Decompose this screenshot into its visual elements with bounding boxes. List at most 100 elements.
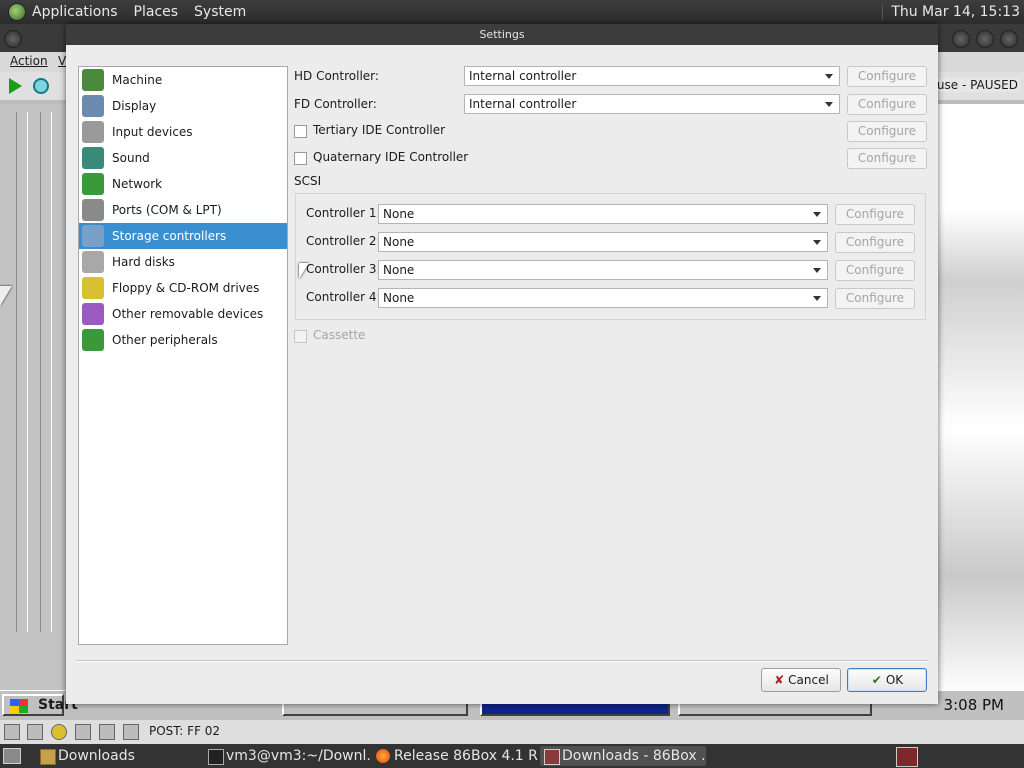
network-status-icon[interactable]: [75, 724, 91, 740]
tertiary-ide-checkbox[interactable]: [294, 125, 307, 138]
scsi-controller-2-dropdown[interactable]: None: [378, 232, 828, 252]
taskbar-item-downloads[interactable]: Downloads: [36, 746, 202, 766]
hd-configure-button[interactable]: Configure: [847, 66, 927, 87]
chevron-down-icon: [813, 268, 821, 273]
quaternary-ide-label[interactable]: Quaternary IDE Controller: [313, 150, 468, 164]
scsi-controller-4-dropdown[interactable]: None: [378, 288, 828, 308]
places-menu[interactable]: Places: [134, 4, 179, 20]
input-devices-icon: [82, 121, 104, 143]
category-label: Floppy & CD-ROM drives: [112, 281, 260, 295]
terminal-icon: [208, 749, 224, 765]
scsi-controller-1-label: Controller 1:: [306, 206, 381, 220]
category-item[interactable]: Machine: [79, 67, 287, 93]
scsi-controller-4-configure-button[interactable]: Configure: [835, 288, 915, 309]
peripherals-icon: [82, 329, 104, 351]
task-label: Release 86Box 4.1 R...: [394, 748, 538, 764]
settings-dialog: Settings Machine Display Input devices Soun…: [66, 24, 938, 704]
quaternary-ide-checkbox[interactable]: [294, 152, 307, 165]
chevron-down-icon: [813, 212, 821, 217]
scsi-controller-4-value: None: [383, 291, 415, 305]
show-desktop-icon[interactable]: [3, 748, 21, 764]
category-label: Display: [112, 99, 157, 113]
firefox-icon: [376, 749, 390, 763]
cassette-label: Cassette: [313, 328, 366, 342]
scsi-controller-1-configure-button[interactable]: Configure: [835, 204, 915, 225]
fd-controller-dropdown[interactable]: Internal controller: [464, 94, 840, 114]
play-icon[interactable]: [9, 78, 22, 94]
applications-menu[interactable]: Applications: [32, 4, 118, 20]
reset-icon[interactable]: [33, 78, 49, 94]
fd-configure-button[interactable]: Configure: [847, 94, 927, 115]
action-menu[interactable]: Action: [10, 54, 48, 68]
paused-status: ouse - PAUSED: [927, 78, 1020, 92]
category-label: Other peripherals: [112, 333, 218, 347]
category-item[interactable]: Input devices: [79, 119, 287, 145]
category-item[interactable]: Floppy & CD-ROM drives: [79, 275, 287, 301]
tertiary-ide-configure-button[interactable]: Configure: [847, 121, 927, 142]
taskbar-item-terminal[interactable]: vm3@vm3:~/Downl...: [204, 746, 370, 766]
floppy-cdrom-icon: [82, 277, 104, 299]
fd-controller-value: Internal controller: [469, 97, 577, 111]
removable-devices-icon: [82, 303, 104, 325]
category-item[interactable]: Ports (COM & LPT): [79, 197, 287, 223]
floppy2-status-icon[interactable]: [27, 724, 43, 740]
scsi-controller-3-value: None: [383, 263, 415, 277]
guest-desktop-wallpaper: [938, 104, 1024, 694]
panel-clock[interactable]: Thu Mar 14, 15:13: [882, 4, 1020, 20]
scsi-controller-4-label: Controller 4:: [306, 290, 381, 304]
chevron-down-icon: [813, 240, 821, 245]
task-label: Downloads: [58, 748, 135, 764]
hd-controller-value: Internal controller: [469, 69, 577, 83]
hd-controller-dropdown[interactable]: Internal controller: [464, 66, 840, 86]
scsi-controller-3-configure-button[interactable]: Configure: [835, 260, 915, 281]
scsi-controller-2-label: Controller 2:: [306, 234, 381, 248]
tray-86box-icon[interactable]: [896, 747, 918, 767]
scsi-controller-3-dropdown[interactable]: None: [378, 260, 828, 280]
close-icon[interactable]: [1000, 30, 1018, 48]
scsi-controller-1-value: None: [383, 207, 415, 221]
category-item[interactable]: Hard disks: [79, 249, 287, 275]
chevron-down-icon: [813, 296, 821, 301]
scsi-controller-1-dropdown[interactable]: None: [378, 204, 828, 224]
category-item[interactable]: Network: [79, 171, 287, 197]
guest-start-button[interactable]: Start: [2, 694, 78, 716]
view-menu[interactable]: V: [58, 54, 66, 68]
gnome-foot-icon[interactable]: [8, 3, 26, 21]
task-label: Downloads - 86Box ...: [562, 748, 706, 764]
ok-label: OK: [885, 673, 904, 687]
post-code-text: POST: FF 02: [149, 724, 221, 738]
floppy-status-icon[interactable]: [4, 724, 20, 740]
quaternary-ide-configure-button[interactable]: Configure: [847, 148, 927, 169]
task-label: vm3@vm3:~/Downl...: [226, 748, 370, 764]
category-label: Other removable devices: [112, 307, 264, 321]
category-item[interactable]: Other peripherals: [79, 327, 287, 353]
minimize-icon[interactable]: [952, 30, 970, 48]
display-status-icon[interactable]: [123, 724, 139, 740]
tertiary-ide-label[interactable]: Tertiary IDE Controller: [313, 123, 445, 137]
dialog-separator: [76, 660, 928, 662]
category-item[interactable]: Display: [79, 93, 287, 119]
ok-button[interactable]: ✔ OK: [847, 668, 927, 692]
ok-check-icon: ✔: [871, 673, 882, 687]
machine-icon: [82, 69, 104, 91]
cassette-checkbox[interactable]: [294, 330, 307, 343]
scsi-controller-2-value: None: [383, 235, 415, 249]
category-item[interactable]: Sound: [79, 145, 287, 171]
dialog-title: Settings: [66, 24, 938, 45]
category-item[interactable]: Other removable devices: [79, 301, 287, 327]
taskbar-item-firefox[interactable]: Release 86Box 4.1 R...: [372, 746, 538, 766]
cancel-button[interactable]: ✘ Cancel: [761, 668, 841, 692]
hdd-status-icon[interactable]: [99, 724, 115, 740]
taskbar-item-86box[interactable]: Downloads - 86Box ...: [540, 746, 706, 766]
scsi-controller-2-configure-button[interactable]: Configure: [835, 232, 915, 253]
category-label: Storage controllers: [112, 229, 227, 243]
window-menu-icon[interactable]: [4, 30, 22, 48]
maximize-icon[interactable]: [976, 30, 994, 48]
category-item[interactable]: Storage controllers: [79, 223, 287, 249]
system-menu[interactable]: System: [194, 4, 246, 20]
category-label: Input devices: [112, 125, 193, 139]
folder-icon: [40, 749, 56, 765]
cdrom-status-icon[interactable]: [51, 724, 67, 740]
bottom-panel: Downloads vm3@vm3:~/Downl... Release 86B…: [0, 744, 1024, 768]
guest-clock: 3:08 PM: [943, 696, 1004, 714]
